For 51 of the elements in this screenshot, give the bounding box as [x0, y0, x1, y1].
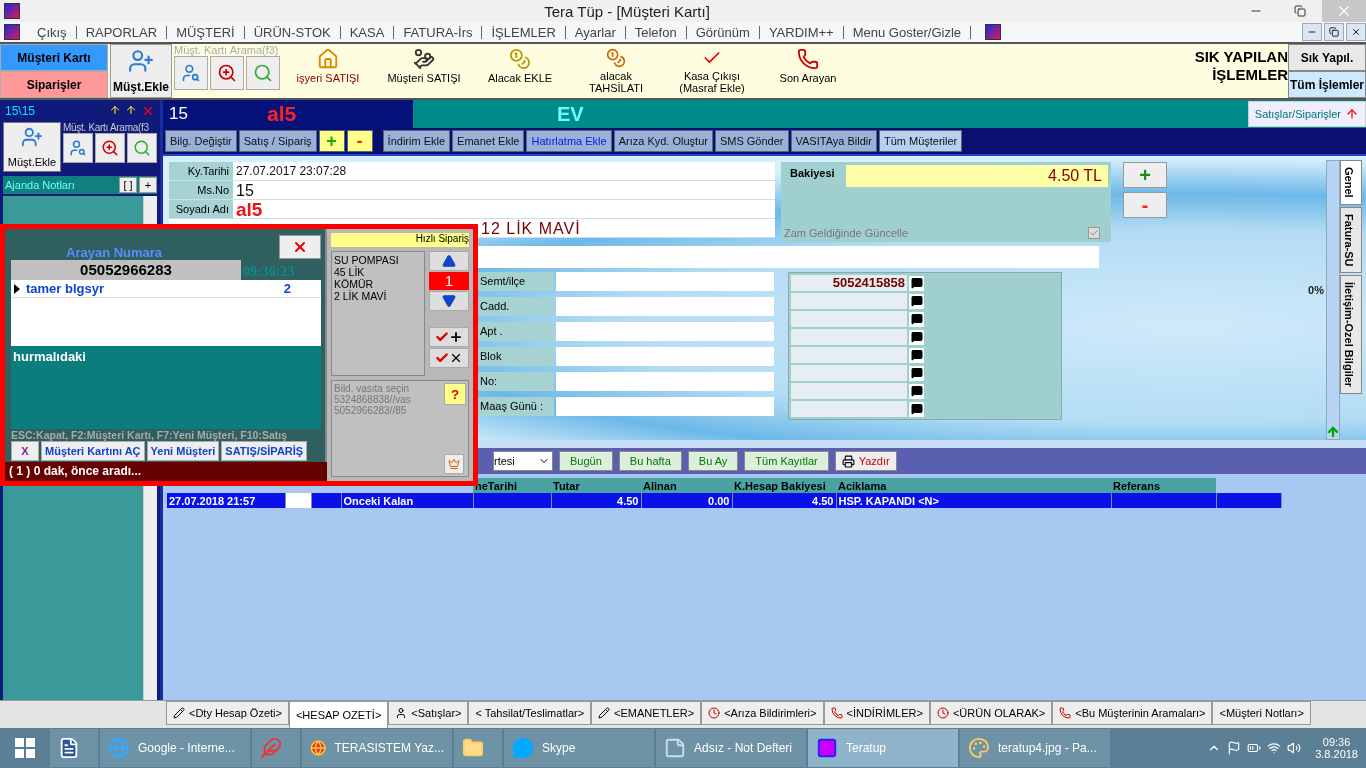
column-header: neTarihi: [473, 478, 551, 493]
field-label: Blok: [478, 347, 554, 366]
field-label: No:: [478, 372, 554, 391]
call-status: ( 1 ) 0 dak, önce aradı...: [5, 462, 327, 481]
caller-number: 05052966283: [11, 260, 241, 280]
table-cell: Onceki Kalan: [341, 493, 473, 508]
field-value: 15: [233, 181, 775, 199]
field-label: Ky.Tarihi: [169, 162, 233, 180]
table-cell: 27.07.2018 21:57: [167, 493, 285, 508]
field-value: al5: [233, 200, 775, 218]
action-label: işyeri SATIŞI: [296, 72, 360, 84]
action-label: Müşteri SATIŞI: [387, 72, 461, 84]
action-label: alacak TAHSİLATI: [588, 70, 644, 94]
vehicle-list: Bild. vasıta seçin 5324868838//vas 5052966283//85: [334, 383, 442, 474]
field-label: Semt/ilçe: [478, 272, 554, 291]
column-header: Tutar: [551, 478, 641, 493]
action-label: Son Arayan: [779, 72, 837, 84]
table-cell: 0.00: [641, 493, 732, 508]
call-count: 2: [283, 281, 291, 296]
search-label: Müşt. Kartı Arama(f3: [63, 122, 150, 133]
quantity-value: 1: [429, 272, 469, 290]
field-label: Ms.No: [169, 181, 233, 199]
table-cell: 4.50: [732, 493, 836, 508]
agenda-title: Ajanda Notları: [5, 179, 76, 191]
record-counter: 15\15: [5, 104, 36, 118]
balance-value: 4.50 TL: [846, 165, 1108, 187]
table-cell: HSP. KAPANDI <N>: [836, 493, 1111, 508]
update-label: Zam Geldiğinde Güncelle: [784, 227, 909, 239]
field-value: 27.07.2017 23:07:28: [233, 162, 775, 180]
search-label: Müşt. Kartı Arama(f3): [174, 44, 280, 56]
order-title: Hızlı Sipariş: [331, 233, 469, 247]
table-cell: 4.50: [551, 493, 641, 508]
action-label: Kasa Çıkışı (Masraf Ekle): [678, 70, 746, 94]
field-label: Apt .: [478, 322, 554, 341]
action-label: Alacak EKLE: [487, 72, 553, 84]
customer-type: EV: [557, 102, 584, 126]
popup-title: Arayan Numara: [66, 245, 164, 260]
customer-name: al5: [267, 102, 298, 126]
column-header: Referans: [1111, 478, 1216, 493]
column-header: Aciklama: [836, 478, 1111, 493]
balance-label: Bakiyesi: [789, 166, 836, 181]
section-title: SIK YAPILAN İŞLEMLER: [1193, 47, 1288, 85]
column-header: K.Hesap Bakiyesi: [732, 478, 836, 493]
window-title: Tera Tüp - [Müşteri Kartı]: [543, 2, 711, 20]
percent-label: 0%: [1308, 284, 1324, 296]
column-header: Alinan: [641, 478, 732, 493]
field-label: Maaş Günü :: [478, 397, 554, 416]
caller-name: tamer blgsyr: [26, 281, 106, 296]
customer-number: 15: [169, 104, 189, 124]
field-label: Soyadı Adı: [169, 200, 233, 218]
field-label: Cadd.: [478, 297, 554, 316]
